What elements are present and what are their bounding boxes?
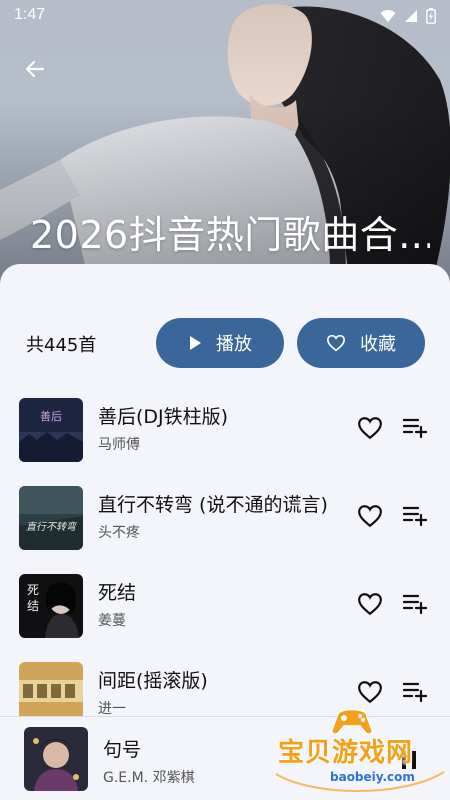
heart-outline-icon — [358, 593, 382, 616]
playlist-add-icon — [403, 418, 428, 439]
now-playing-cover — [24, 727, 88, 791]
heart-outline-icon — [326, 334, 346, 352]
play-all-button[interactable]: 播放 — [156, 318, 284, 368]
song-artist: 进一 — [98, 701, 126, 717]
mini-player[interactable]: 句号 G.E.M. 邓紫棋 — [0, 716, 450, 800]
playlist-title: 2026抖音热门歌曲合... — [30, 213, 430, 257]
playlist-add-icon — [403, 506, 428, 527]
song-row[interactable]: 死 结 死结 姜蔓 — [0, 568, 450, 640]
song-cover: 死 结 — [19, 574, 83, 638]
song-title: 死结 — [98, 582, 137, 604]
svg-text:结: 结 — [27, 599, 39, 613]
play-icon — [190, 336, 201, 350]
like-song-button[interactable] — [354, 588, 386, 620]
song-artist: 姜蔓 — [98, 613, 126, 629]
svg-text:善后: 善后 — [40, 409, 62, 423]
song-cover: 直行不转弯 — [19, 486, 83, 550]
now-playing-title: 句号 — [103, 739, 142, 761]
like-song-button[interactable] — [354, 676, 386, 708]
song-title: 直行不转弯 (说不通的谎言) — [98, 494, 328, 516]
song-cover: 善后 — [19, 398, 83, 462]
playlist-add-icon — [403, 594, 428, 615]
heart-outline-icon — [358, 681, 382, 704]
song-artist: 头不疼 — [98, 525, 140, 541]
signal-icon — [405, 10, 417, 22]
add-to-queue-button[interactable] — [400, 588, 432, 620]
song-title: 善后(DJ铁柱版) — [98, 406, 229, 428]
playlist-cover-banner: 1:47 2026抖音热门歌曲合... — [0, 0, 450, 290]
song-artist: 马师傅 — [98, 437, 140, 453]
svg-text:死: 死 — [27, 583, 39, 597]
back-arrow-icon — [25, 60, 45, 78]
collect-button[interactable]: 收藏 — [297, 318, 425, 368]
song-row[interactable]: 善后 善后(DJ铁柱版) 马师傅 — [0, 392, 450, 464]
pause-button[interactable] — [396, 747, 422, 773]
heart-outline-icon — [358, 505, 382, 528]
back-button[interactable] — [20, 54, 50, 84]
now-playing-artist: G.E.M. 邓紫棋 — [103, 770, 195, 786]
play-all-label: 播放 — [216, 334, 252, 355]
song-title: 间距(摇滚版) — [98, 670, 208, 692]
battery-icon — [426, 8, 436, 24]
add-to-queue-button[interactable] — [400, 676, 432, 708]
status-icons — [380, 8, 436, 24]
song-row[interactable]: 直行不转弯 直行不转弯 (说不通的谎言) 头不疼 — [0, 480, 450, 552]
playlist-add-icon — [403, 682, 428, 703]
song-count: 共445首 — [26, 335, 97, 356]
status-time: 1:47 — [14, 6, 46, 23]
wifi-icon — [380, 10, 396, 22]
add-to-queue-button[interactable] — [400, 500, 432, 532]
like-song-button[interactable] — [354, 500, 386, 532]
svg-text:直行不转弯: 直行不转弯 — [26, 521, 78, 533]
status-bar: 1:47 — [0, 0, 450, 32]
add-to-queue-button[interactable] — [400, 412, 432, 444]
pause-icon — [402, 751, 416, 769]
playlist-actions: 共445首 播放 收藏 — [0, 318, 450, 368]
heart-outline-icon — [358, 417, 382, 440]
like-song-button[interactable] — [354, 412, 386, 444]
collect-label: 收藏 — [360, 334, 396, 355]
